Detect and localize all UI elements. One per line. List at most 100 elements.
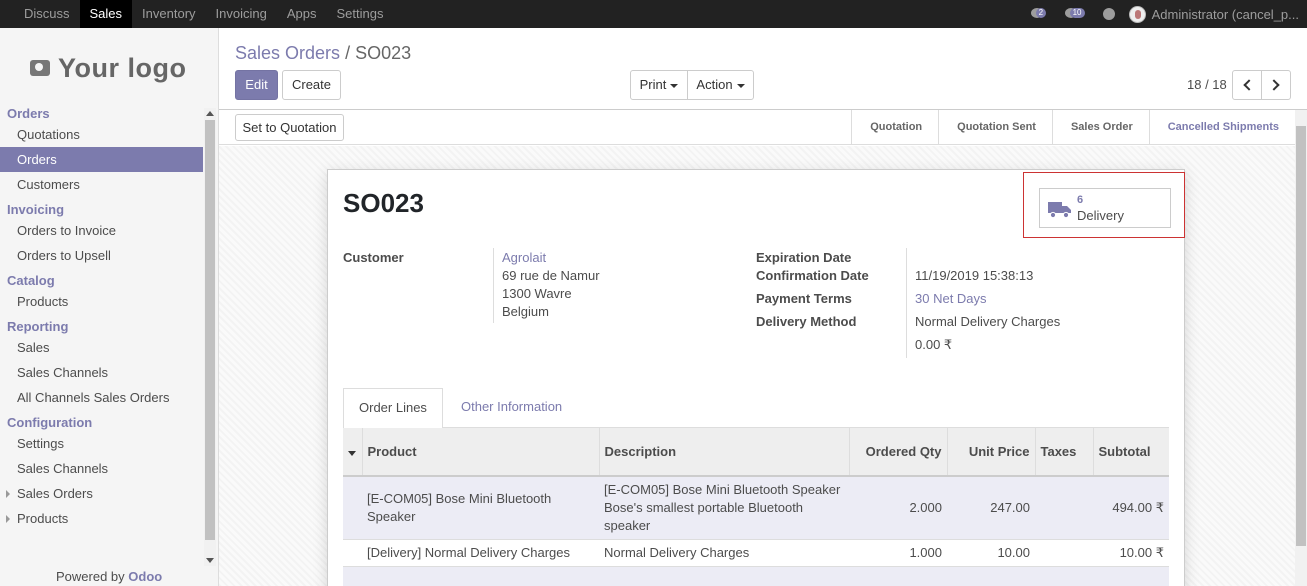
delivery-amount-value: 0.00 ₹ [915,337,953,352]
field-divider [493,248,494,323]
delivery-method-value: Normal Delivery Charges [915,314,1061,329]
delivery-method-label: Delivery Method [756,314,857,329]
confirmation-date-value: 11/19/2019 15:38:13 [915,268,1034,283]
menu-settings[interactable]: Settings [326,0,393,28]
stage-quotation-sent[interactable]: Quotation Sent [938,110,1052,145]
sidebar: Your logo Orders Quotations Orders Custo… [0,28,219,586]
line-subtotal: 494.00 ₹ [1093,476,1169,540]
chat-count-badge: 2 [1035,8,1047,18]
logo-text: Your logo [58,52,187,83]
column-ordered-qty[interactable]: Ordered Qty [849,428,948,477]
sidebar-item-orders[interactable]: Orders [0,147,203,172]
column-unit-price[interactable]: Unit Price [947,428,1036,477]
status-bar: Set to Quotation Quotation Quotation Sen… [219,110,1295,145]
menu-invoicing[interactable]: Invoicing [206,0,277,28]
menu-apps[interactable]: Apps [277,0,327,28]
payment-terms-link[interactable]: 30 Net Days [915,291,987,306]
column-taxes[interactable]: Taxes [1035,428,1094,477]
table-row[interactable]: [E-COM05] Bose Mini Bluetooth Speaker [E… [343,476,1169,540]
column-product[interactable]: Product [362,428,600,477]
column-subtotal[interactable]: Subtotal [1093,428,1169,477]
table-row[interactable]: [Delivery] Normal Delivery Charges Norma… [343,539,1169,567]
section-configuration[interactable]: Configuration [0,415,203,431]
stage-sales-order[interactable]: Sales Order [1051,110,1149,145]
set-to-quotation-button[interactable]: Set to Quotation [235,114,344,141]
stage-quotation[interactable]: Quotation [851,110,938,145]
caret-down-icon [348,450,357,456]
delivery-smart-button[interactable]: 6 Delivery [1039,188,1171,228]
sidebar-item-customers[interactable]: Customers [0,172,203,197]
menu-sales[interactable]: Sales [79,0,133,28]
order-title: SO023 [343,188,424,218]
main-scrollbar[interactable] [1295,110,1307,586]
user-name: Administrator (cancel_p... [1151,6,1299,22]
truck-icon [1048,202,1071,218]
pager-previous-button[interactable] [1232,70,1262,100]
sidebar-item-quotations[interactable]: Quotations [0,122,203,147]
line-qty: 2.000 [849,476,947,540]
order-lines-table: Product Description Ordered Qty Unit Pri… [343,428,1169,586]
line-product: [Delivery] Normal Delivery Charges [362,539,599,567]
form-sheet: SO023 6 Delivery Customer Agrolait 69 ru… [327,169,1185,586]
powered-by-text: Powered by [56,569,125,584]
sidebar-item-orders-to-upsell[interactable]: Orders to Upsell [0,243,203,268]
section-orders[interactable]: Orders [0,106,203,122]
powered-by-brand[interactable]: Odoo [128,569,162,584]
pager-next-button[interactable] [1261,70,1291,100]
debug-icon[interactable] [1102,8,1115,20]
powered-by: Powered by Odoo [56,569,162,584]
sidebar-item-orders-to-invoice[interactable]: Orders to Invoice [0,218,203,243]
activity-icon[interactable]: 10 [1064,7,1089,21]
stage-pipeline: Quotation Quotation Sent Sales Order Can… [851,110,1295,145]
action-label: Action [696,77,733,92]
menu-discuss[interactable]: Discuss [14,0,80,28]
tab-order-lines[interactable]: Order Lines [343,388,443,429]
sidebar-item-settings[interactable]: Settings [0,431,203,456]
sidebar-item-config-sales-channels[interactable]: Sales Channels [0,456,203,481]
chevron-right-icon [1268,79,1280,91]
line-unit-price: 10.00 [947,539,1035,567]
print-label: Print [639,77,667,92]
pager-value[interactable]: 18 / 18 [1187,77,1227,92]
smart-button-box: 6 Delivery [1023,172,1185,238]
chevron-left-icon [1243,79,1255,91]
caret-down-icon [670,83,679,88]
stage-cancelled-shipments[interactable]: Cancelled Shipments [1148,110,1295,145]
sidebar-item-sales-channels[interactable]: Sales Channels [0,360,203,385]
section-catalog[interactable]: Catalog [0,273,203,289]
line-subtotal: 10.00 ₹ [1093,539,1169,567]
avatar [1128,5,1146,23]
edit-button[interactable]: Edit [235,70,278,100]
sidebar-item-config-products[interactable]: Products [0,506,203,531]
sidebar-item-all-channels[interactable]: All Channels Sales Orders [0,385,203,410]
line-taxes [1035,539,1093,567]
menu-inventory[interactable]: Inventory [132,0,205,28]
company-logo[interactable]: Your logo [30,48,186,88]
create-button[interactable]: Create [282,70,341,100]
user-menu[interactable]: Administrator (cancel_p... [1128,5,1299,23]
app-menu: Discuss Sales Inventory Invoicing Apps S… [14,0,393,28]
line-unit-price: 247.00 [947,476,1035,540]
print-dropdown[interactable]: Print [630,70,688,100]
payment-terms-label: Payment Terms [756,291,852,306]
sidebar-item-sales-orders[interactable]: Sales Orders [0,481,203,506]
breadcrumb-parent[interactable]: Sales Orders [235,43,340,63]
sidebar-scrollbar[interactable] [204,108,216,566]
sidebar-item-products[interactable]: Products [0,289,203,314]
sort-handle-header[interactable] [343,428,363,477]
action-dropdown[interactable]: Action [687,70,754,100]
section-reporting[interactable]: Reporting [0,319,203,335]
chat-icon[interactable]: 2 [1030,7,1051,21]
top-navbar: Discuss Sales Inventory Invoicing Apps S… [0,0,1307,28]
customer-link[interactable]: Agrolait [502,250,546,265]
tab-other-information[interactable]: Other Information [446,388,577,428]
camera-icon [30,60,50,76]
sidebar-item-sales[interactable]: Sales [0,335,203,360]
section-invoicing[interactable]: Invoicing [0,202,203,218]
delivery-count: 6 [1077,194,1084,206]
delivery-label: Delivery [1077,208,1124,223]
line-taxes [1035,476,1093,540]
address-line-2: 1300 Wavre [502,286,572,301]
column-description[interactable]: Description [599,428,850,477]
breadcrumb-current: SO023 [355,43,412,63]
